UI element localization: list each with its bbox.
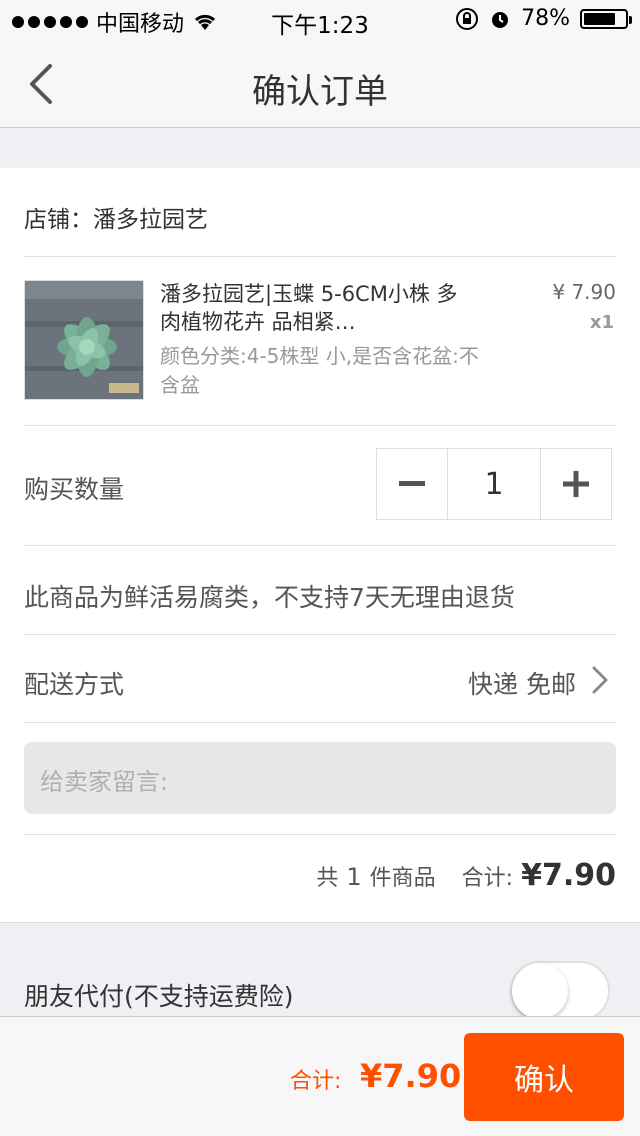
bottom-bar: 合计: ¥7.90 确认: [0, 1016, 640, 1136]
order-card: 店铺：潘多拉园艺 潘多拉园艺|玉蝶 5-6CM小株 多肉植物花卉 品相紧… 颜色…: [0, 168, 640, 922]
divider: [24, 545, 616, 546]
chevron-right-icon: [592, 666, 608, 694]
battery-percent: 78%: [521, 6, 570, 31]
shipping-label: 配送方式: [24, 670, 125, 699]
toggle-knob: [512, 963, 568, 1019]
section-gap: [0, 128, 640, 168]
bottom-total-amount: ¥7.90: [360, 1057, 462, 1095]
page-title: 确认订单: [252, 72, 388, 112]
summary-total-amount: ¥7.90: [521, 858, 616, 893]
decrease-button[interactable]: [377, 449, 447, 519]
bottom-total-label: 合计:: [290, 1069, 342, 1094]
order-summary: 共 1 件商品 合计: ¥7.90: [316, 858, 616, 893]
seller-message-input[interactable]: 给卖家留言:: [24, 742, 616, 814]
product-spec: 颜色分类:4-5株型 小,是否含花盆:不含盆: [160, 344, 479, 397]
divider: [24, 425, 616, 426]
rotation-lock-icon: [456, 7, 479, 30]
confirm-button[interactable]: 确认: [464, 1033, 624, 1121]
friend-pay-label: 朋友代付(不支持运费险): [24, 982, 294, 1011]
summary-total-label: 合计:: [461, 866, 514, 891]
summary-suffix: 件商品: [369, 866, 436, 891]
store-name[interactable]: 店铺：潘多拉园艺: [24, 200, 208, 234]
quantity-stepper: 1: [376, 448, 612, 520]
battery-fill: [584, 12, 616, 25]
alarm-icon: [492, 11, 509, 28]
divider: [24, 256, 616, 257]
product-title[interactable]: 潘多拉园艺|玉蝶 5-6CM小株 多肉植物花卉 品相紧…: [160, 280, 470, 336]
summary-prefix: 共: [316, 866, 339, 891]
increase-button[interactable]: [541, 449, 611, 519]
friend-pay-toggle[interactable]: [510, 961, 610, 1021]
battery-icon: [580, 8, 632, 29]
divider: [24, 634, 616, 635]
product-price: ¥ 7.90: [552, 280, 616, 304]
minus-icon: [399, 481, 425, 486]
product-qty: x1: [589, 312, 614, 333]
divider: [24, 722, 616, 723]
status-bar: 中国移动 下午1:23 78%: [0, 0, 640, 40]
product-image[interactable]: [24, 280, 144, 400]
friend-pay-row: 朋友代付(不支持运费险): [0, 922, 640, 1021]
plus-icon: [563, 471, 589, 497]
summary-count: 1: [346, 863, 362, 891]
quantity-label: 购买数量: [24, 475, 125, 504]
return-notice: 此商品为鲜活易腐类，不支持7天无理由退货: [24, 583, 515, 612]
quantity-value[interactable]: 1: [447, 449, 541, 519]
nav-bar: 确认订单: [0, 40, 640, 128]
status-right: 78%: [455, 6, 632, 31]
succulent-image: [25, 281, 143, 399]
shipping-value: 快递 免邮: [468, 670, 576, 699]
divider: [24, 834, 616, 835]
